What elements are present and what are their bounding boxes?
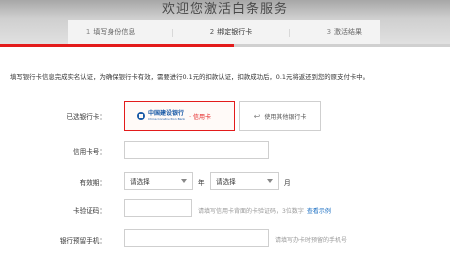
cvv-hint-text: 请填写信用卡背面的卡验证码，3位数字 (198, 208, 304, 215)
verification-notice: 填写银行卡信息完成实名认证，为确保银行卡有效，需要进行0.1元的扣款认证，扣款成… (10, 73, 370, 81)
step-number: 1 (85, 28, 91, 36)
step-divider: | (171, 27, 174, 37)
header-banner: 欢迎您激活白条服务 1 填写身份信息 | 2 绑定银行卡 | 3 激活结果 (0, 0, 450, 46)
step-divider: | (288, 27, 291, 37)
year-unit: 年 (198, 179, 205, 187)
use-other-card-label: 使用其他银行卡 (264, 113, 307, 121)
page-title: 欢迎您激活白条服务 (161, 2, 288, 17)
chevron-down-icon (181, 179, 187, 183)
expiry-year-value: 请选择 (130, 178, 150, 186)
step-label: 填写身份信息 (93, 28, 136, 36)
bank-name-en: China Construction Bank (148, 116, 186, 121)
swap-arrow-icon: ↩ (253, 111, 261, 121)
card-number-label: 信用卡号： (73, 148, 106, 156)
bank-name: 中国建设银行 China Construction Bank (148, 111, 186, 121)
card-number-input[interactable] (124, 141, 269, 159)
validity-label: 有效期： (79, 179, 106, 187)
progress-bar (0, 44, 450, 47)
step-number: 3 (326, 28, 332, 36)
cvv-label: 卡验证码： (73, 207, 106, 215)
step-label: 激活结果 (334, 28, 363, 36)
view-example-link[interactable]: 查看示例 (307, 208, 331, 215)
card-type-label: · 信用卡 (189, 113, 211, 121)
step-number: 2 (209, 28, 215, 36)
step-2: 2 绑定银行卡 (210, 27, 252, 37)
progress-bar-fill (0, 44, 234, 47)
expiry-month-select[interactable]: 请选择 (210, 172, 279, 190)
expiry-year-select[interactable]: 请选择 (124, 172, 193, 190)
cvv-input[interactable] (124, 199, 192, 217)
expiry-month-value: 请选择 (216, 178, 236, 186)
chevron-down-icon (267, 179, 273, 183)
step-label: 绑定银行卡 (217, 28, 253, 36)
cvv-hint: 请填写信用卡背面的卡验证码，3位数字 查看示例 (198, 206, 331, 215)
selected-bank-card[interactable]: 中国建设银行 China Construction Bank · 信用卡 (124, 101, 235, 131)
phone-hint: 请填写办卡时预留的手机号 (275, 237, 348, 244)
ccb-logo-icon (137, 112, 145, 120)
step-1: 1 填写身份信息 (86, 27, 135, 37)
phone-label: 银行预留手机： (59, 237, 106, 245)
phone-input[interactable] (124, 229, 269, 247)
step-indicator: 1 填写身份信息 | 2 绑定银行卡 | 3 激活结果 (68, 20, 380, 44)
month-unit: 月 (284, 179, 291, 187)
step-3: 3 激活结果 (327, 27, 362, 37)
selected-card-label: 已选银行卡： (66, 113, 106, 121)
use-other-card-button[interactable]: ↩ 使用其他银行卡 (239, 101, 321, 131)
